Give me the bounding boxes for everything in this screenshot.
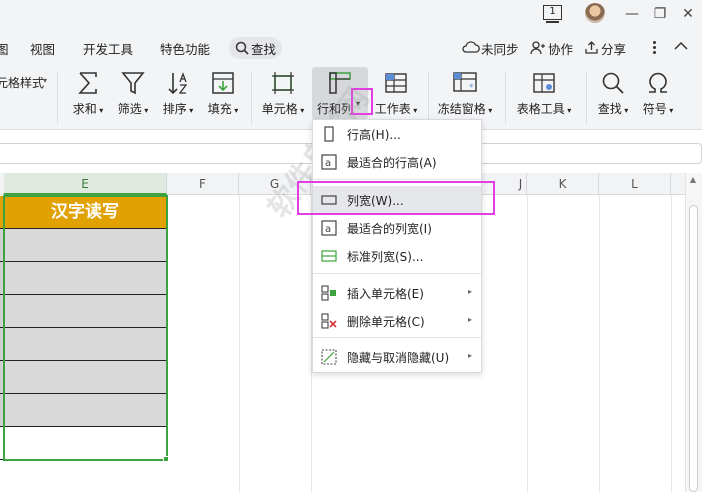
menu-item-insert-cells[interactable]: 插入单元格(E) ▸ xyxy=(313,279,481,307)
collab-icon xyxy=(530,41,545,55)
fill-handle[interactable] xyxy=(163,456,169,462)
sort-button[interactable]: 排序 ▾ xyxy=(158,68,198,124)
column-header-e[interactable]: E xyxy=(4,173,167,195)
standard-width-label: 标准列宽(S)... xyxy=(347,250,424,264)
menu-separator xyxy=(313,179,481,180)
table-tools-button[interactable]: 表格工具 ▾ xyxy=(512,68,576,124)
worksheet-icon xyxy=(385,73,407,93)
table-tools-icon xyxy=(533,73,555,93)
menu-separator xyxy=(313,337,481,338)
selection-border xyxy=(3,195,168,461)
ribbon-divider xyxy=(505,72,506,124)
scroll-up-icon[interactable]: ▲ xyxy=(688,176,698,184)
freeze-panes-button[interactable]: * 冻结窗格 ▾ xyxy=(433,68,497,124)
cell-icon xyxy=(272,72,294,94)
avatar[interactable] xyxy=(585,3,605,23)
symbol-button[interactable]: 符号 ▾ xyxy=(637,68,679,124)
sum-button[interactable]: 求和 ▾ xyxy=(70,68,106,124)
filter-label: 筛选 xyxy=(117,102,142,116)
search-icon xyxy=(235,41,249,55)
menu-item-row-height[interactable]: 行高(H)... xyxy=(313,120,481,148)
menu-item-view[interactable]: 视图 xyxy=(30,39,55,58)
restore-button[interactable]: ❐ xyxy=(650,4,670,24)
submenu-arrow-icon: ▸ xyxy=(467,287,472,296)
scrollbar-thumb[interactable] xyxy=(689,205,698,492)
share-button[interactable]: 分享 xyxy=(601,39,626,58)
worksheet-button[interactable]: 工作表 ▾ xyxy=(371,68,421,124)
filter-icon xyxy=(121,72,145,95)
column-header-k[interactable]: K xyxy=(527,173,599,195)
omega-icon xyxy=(649,72,667,93)
find-button[interactable]: 查找 ▾ xyxy=(593,68,633,124)
row-height-label: 行高(H)... xyxy=(347,128,401,142)
cell-style-partial[interactable]: 元格样式 xyxy=(0,74,44,91)
submenu-arrow-icon: ▸ xyxy=(467,315,472,324)
collapse-ribbon-icon[interactable] xyxy=(674,41,688,51)
freeze-label: 冻结窗格 xyxy=(437,102,486,116)
autofit-column-icon: a xyxy=(321,220,337,236)
ribbon-divider xyxy=(251,72,252,124)
grid-line xyxy=(671,195,672,492)
hide-unhide-icon xyxy=(321,349,337,365)
collab-button[interactable]: 协作 xyxy=(548,39,573,58)
insert-cells-icon xyxy=(321,285,336,301)
sort-label: 排序 xyxy=(162,102,187,116)
row-height-icon xyxy=(324,126,334,142)
sort-icon xyxy=(168,72,188,95)
menu-item-standard-width[interactable]: 标准列宽(S)... xyxy=(313,242,481,270)
menu-item-features[interactable]: 特色功能 xyxy=(160,39,210,58)
ribbon-divider xyxy=(428,72,429,124)
more-menu-icon[interactable] xyxy=(650,38,660,56)
chevron-down-icon: ▾ xyxy=(43,76,48,85)
autofit-row-icon: a xyxy=(321,154,337,170)
fill-button[interactable]: 填充 ▾ xyxy=(203,68,243,124)
sync-status[interactable]: 未同步 xyxy=(481,39,519,58)
share-icon xyxy=(585,41,598,54)
delete-cells-icon xyxy=(321,313,337,329)
column-header-f[interactable]: F xyxy=(167,173,239,195)
close-button[interactable]: ✕ xyxy=(678,4,698,24)
delete-cells-label: 删除单元格(C) xyxy=(347,315,425,329)
symbol-label: 符号 xyxy=(642,102,667,116)
minimize-button[interactable]: — xyxy=(622,4,642,24)
svg-text:*: * xyxy=(469,83,474,93)
magnifier-icon xyxy=(602,72,624,94)
menu-item-developer[interactable]: 开发工具 xyxy=(83,39,133,58)
grid-line xyxy=(239,195,240,492)
find-label: 查找 xyxy=(597,102,622,116)
cell-label: 单元格 xyxy=(261,102,298,116)
autofit-column-label: 最适合的列宽(I) xyxy=(347,222,432,236)
fill-icon xyxy=(212,72,234,94)
submenu-arrow-icon: ▸ xyxy=(467,351,472,360)
menu-item-autofit-column[interactable]: a 最适合的列宽(I) xyxy=(313,214,481,242)
standard-width-icon xyxy=(321,250,337,262)
svg-text:a: a xyxy=(325,224,331,235)
menu-item-autofit-row[interactable]: a 最适合的行高(A) xyxy=(313,148,481,176)
highlight-box-column-width xyxy=(297,181,495,215)
hide-unhide-label: 隐藏与取消隐藏(U) xyxy=(347,351,450,365)
svg-text:a: a xyxy=(325,158,331,169)
autofit-row-label: 最适合的行高(A) xyxy=(347,156,437,170)
table-tools-label: 表格工具 xyxy=(516,102,565,116)
grid-line xyxy=(527,195,528,492)
menu-item-delete-cells[interactable]: 删除单元格(C) ▸ xyxy=(313,307,481,335)
cloud-icon xyxy=(462,41,480,53)
cell-button[interactable]: 单元格 ▾ xyxy=(258,68,308,124)
ribbon-divider xyxy=(57,72,58,124)
menu-item-partial[interactable]: 图 xyxy=(0,39,9,58)
column-header-l[interactable]: L xyxy=(599,173,671,195)
worksheet-label: 工作表 xyxy=(374,102,411,116)
sum-label: 求和 xyxy=(72,102,97,116)
menu-item-hide-unhide[interactable]: 隐藏与取消隐藏(U) ▸ xyxy=(313,343,481,371)
ribbon-divider xyxy=(586,72,587,124)
fill-label: 填充 xyxy=(207,102,232,116)
menu-separator xyxy=(313,273,481,274)
freeze-icon: * xyxy=(453,72,477,93)
search-label[interactable]: 查找 xyxy=(251,39,276,58)
window-count-badge[interactable]: 1 xyxy=(543,5,562,23)
grid-line xyxy=(599,195,600,492)
filter-button[interactable]: 筛选 ▾ xyxy=(113,68,153,124)
sigma-icon xyxy=(78,72,97,94)
insert-cells-label: 插入单元格(E) xyxy=(347,287,424,301)
